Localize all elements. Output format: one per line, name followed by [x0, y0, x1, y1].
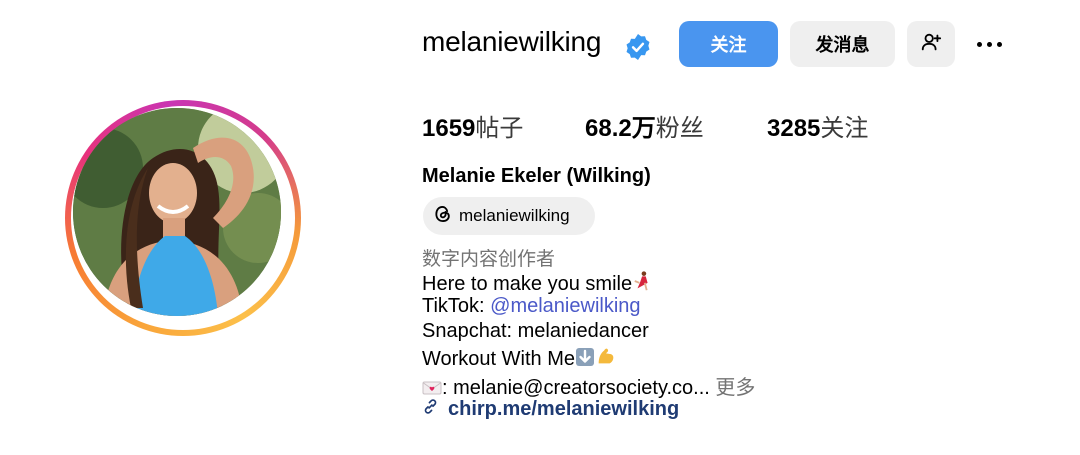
followers-stat[interactable]: 68.2万粉丝 — [585, 108, 704, 143]
profile-category: 数字内容创作者 — [422, 249, 556, 270]
avatar-photo-illustration — [73, 108, 281, 316]
bio-text: TikTok: — [422, 295, 491, 317]
avatar[interactable] — [73, 108, 281, 316]
following-label: 关注 — [820, 115, 869, 142]
threads-handle: melaniewilking — [459, 206, 570, 225]
posts-stat: 1659帖子 — [422, 108, 523, 143]
website-link[interactable]: chirp.me/melaniewilking — [422, 398, 679, 421]
bio-line: TikTok: @melaniewilking — [422, 295, 641, 318]
bio-line: Workout With Me — [422, 345, 617, 373]
dancer-emoji-icon — [632, 270, 654, 298]
more-dot — [986, 41, 992, 47]
bio-text: Workout With Me — [422, 348, 575, 370]
following-stat[interactable]: 3285关注 — [767, 108, 868, 143]
following-count: 3285 — [767, 115, 821, 142]
message-button[interactable]: 发消息 — [790, 21, 895, 67]
profile-full-name: Melanie Ekeler (Wilking) — [422, 165, 651, 187]
profile-username: melaniewilking — [422, 26, 602, 57]
followers-count: 68.2万 — [585, 115, 656, 142]
bio-text: Here to make you smile — [422, 273, 633, 295]
bio-line: Here to make you smile — [422, 270, 654, 298]
threads-badge-link[interactable]: melaniewilking — [423, 197, 595, 235]
link-icon — [422, 398, 439, 421]
followers-label: 粉丝 — [655, 115, 704, 142]
verified-badge-icon — [624, 33, 652, 61]
more-dot — [996, 41, 1002, 47]
threads-logo-icon — [433, 204, 453, 229]
posts-label: 帖子 — [475, 115, 524, 142]
follow-button[interactable]: 关注 — [679, 21, 778, 67]
add-person-icon — [920, 31, 942, 58]
suggested-accounts-button[interactable] — [907, 21, 955, 67]
flexed-biceps-emoji-icon — [595, 345, 617, 373]
more-horizontal-icon — [976, 41, 982, 47]
bio-line: Snapchat: melaniedancer — [422, 320, 649, 342]
posts-count: 1659 — [422, 115, 476, 142]
more-options-button[interactable] — [969, 28, 1009, 60]
bio-email-text: : melanie@creatorsociety.co... — [442, 377, 710, 399]
tiktok-mention-link[interactable]: @melaniewilking — [490, 295, 640, 317]
bio-more-link[interactable]: 更多 — [715, 377, 755, 399]
website-url: chirp.me/melaniewilking — [448, 398, 680, 420]
avatar-story-ring[interactable] — [65, 100, 301, 336]
down-arrow-emoji-icon — [575, 347, 595, 373]
